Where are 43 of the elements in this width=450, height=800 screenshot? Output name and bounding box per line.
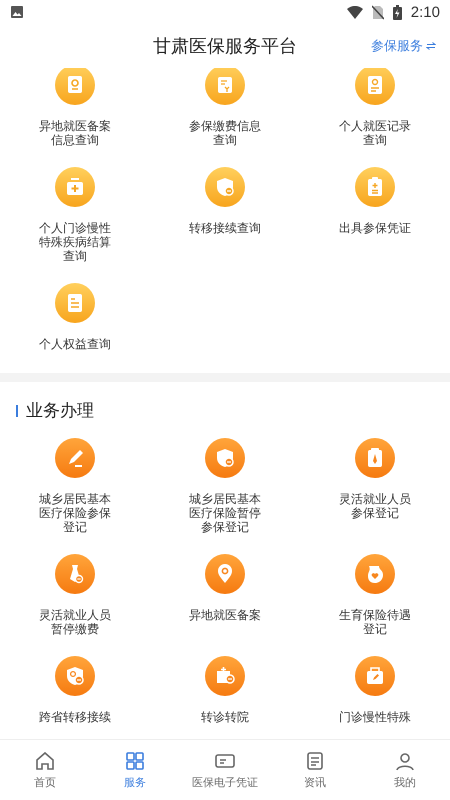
- page-title: 甘肃医保服务平台: [153, 35, 297, 58]
- service-item[interactable]: 灵活就业人员暂停缴费: [0, 554, 150, 656]
- no-sim-icon: [372, 4, 384, 20]
- service-item[interactable]: 个人就医记录查询: [300, 68, 450, 167]
- person-icon: [394, 750, 416, 772]
- pencil-icon: [55, 438, 95, 478]
- tie-icon: [55, 554, 95, 594]
- nav-tab[interactable]: 我的: [360, 740, 450, 800]
- hospital-icon: [205, 656, 245, 696]
- service-item[interactable]: 个人权益查询: [0, 283, 150, 371]
- document-icon: [304, 750, 326, 772]
- service-item[interactable]: 灵活就业人员参保登记: [300, 438, 450, 554]
- shield-person-icon: [55, 656, 95, 696]
- wifi-icon: [346, 6, 363, 18]
- service-item[interactable]: 个人门诊慢性特殊疾病结算查询: [0, 167, 150, 283]
- battery-icon: [392, 4, 402, 20]
- insurance-service-link[interactable]: 参保服务: [371, 37, 423, 55]
- swap-icon[interactable]: [426, 42, 436, 50]
- image-icon: [10, 5, 24, 19]
- shield-icon: [205, 167, 245, 207]
- shield-icon: [205, 438, 245, 478]
- nav-tab[interactable]: 医保电子凭证: [180, 740, 270, 800]
- home-icon: [34, 750, 56, 772]
- service-item[interactable]: 出具参保凭证: [300, 167, 450, 283]
- service-item[interactable]: 城乡居民基本医疗保险暂停参保登记: [150, 438, 300, 554]
- service-item[interactable]: 转移接续查询: [150, 167, 300, 283]
- tie-card-icon: [355, 438, 395, 478]
- service-item[interactable]: 生育保险待遇登记: [300, 554, 450, 656]
- service-item[interactable]: 异地就医备案: [150, 554, 300, 656]
- map-pin-icon: [205, 554, 245, 594]
- clipboard-icon: [355, 167, 395, 207]
- section-title: 业务办理: [26, 400, 94, 422]
- service-item[interactable]: 参保缴费信息查询: [150, 68, 300, 167]
- nav-tab[interactable]: 首页: [0, 740, 90, 800]
- nav-tab[interactable]: 服务: [90, 740, 180, 800]
- service-item[interactable]: 城乡居民基本医疗保险参保登记: [0, 438, 150, 554]
- service-item[interactable]: 异地就医备案信息查询: [0, 68, 150, 167]
- clock-time: 2:10: [410, 4, 440, 20]
- grid-icon: [124, 750, 146, 772]
- nav-tab[interactable]: 资讯: [270, 740, 360, 800]
- bag-icon: [355, 656, 395, 696]
- document-icon: [55, 283, 95, 323]
- medical-kit-icon: [55, 167, 95, 207]
